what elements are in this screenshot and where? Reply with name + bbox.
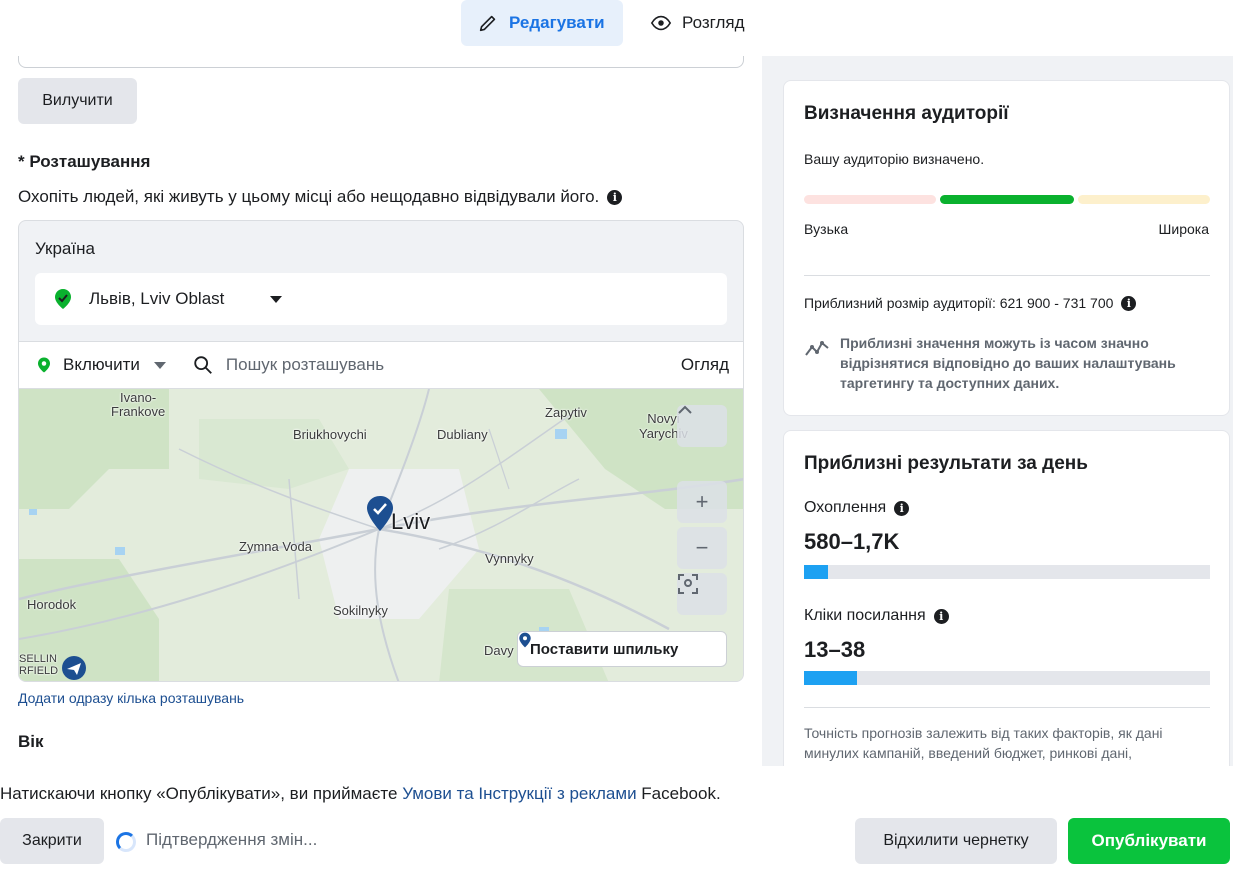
selected-location-name: Львів, Lviv Oblast (89, 289, 225, 308)
info-icon[interactable]: i (607, 189, 623, 205)
info-icon[interactable]: i (1121, 295, 1137, 311)
map-label-lviv: Lviv (391, 509, 431, 534)
audience-status: Вашу аудиторію визначено. (804, 151, 985, 167)
top-tab-bar: Редагувати Розгляд (0, 0, 1233, 56)
clicks-bar-fill (804, 671, 857, 685)
audience-definition-card: Визначення аудиторії Вашу аудиторію визн… (783, 80, 1230, 416)
search-icon (194, 356, 212, 374)
audience-meter-broad (1078, 195, 1210, 204)
tab-preview[interactable]: Розгляд (634, 0, 764, 46)
clicks-bar (804, 671, 1210, 685)
location-search-input[interactable]: Пошук розташувань (226, 355, 681, 375)
map-label-briukhovychi: Briukhovychi (293, 427, 367, 442)
map-label-davy: Davy (484, 643, 514, 658)
review-link[interactable]: Огляд (681, 355, 729, 375)
bottom-action-bar: Натискаючи кнопку «Опублікувати», ви при… (0, 766, 1233, 876)
info-icon[interactable]: i (933, 608, 949, 624)
age-section-title: Вік (18, 732, 44, 751)
forecast-footnote: Точність прогнозів залежить від таких фа… (804, 725, 1163, 761)
confirming-status: Підтвердження змін... (146, 830, 318, 849)
clicks-value: 13–38 (804, 637, 866, 662)
location-box: Україна Львів, Lviv Oblast Включити Пошу… (18, 220, 744, 682)
reach-bar (804, 565, 1210, 579)
close-button[interactable]: Закрити (0, 818, 104, 864)
eye-icon (650, 15, 672, 31)
location-section-title: * Розташування (18, 152, 151, 171)
clicks-label-row: Кліки посилання i (804, 607, 949, 625)
location-description-text: Охопіть людей, які живуть у цьому місці … (18, 187, 600, 206)
map-label-vynnyky: Vynnyky (485, 551, 534, 566)
terms-suffix: Facebook. (641, 784, 721, 803)
locate-me-button[interactable] (677, 573, 727, 615)
tab-preview-label: Розгляд (682, 13, 745, 32)
divider (804, 275, 1210, 276)
selected-location-row[interactable]: Львів, Lviv Oblast (35, 273, 727, 325)
info-icon[interactable]: i (894, 500, 910, 516)
location-search-row: Включити Пошук розташувань Огляд (19, 341, 743, 389)
exclude-button[interactable]: Вилучити (18, 78, 137, 124)
previous-input-field[interactable] (18, 56, 744, 68)
ad-terms-link[interactable]: Умови та Інструкції з реклами (402, 784, 636, 803)
audience-meter-narrow (804, 195, 936, 204)
audience-size-row: Приблизний розмір аудиторії: 621 900 - 7… (804, 295, 1137, 311)
divider (804, 707, 1210, 708)
country-label: Україна (35, 239, 95, 258)
terms-prefix: Натискаючи кнопку «Опублікувати», ви при… (0, 784, 398, 803)
map-label-sokilnyky: Sokilnyky (333, 603, 388, 618)
tab-edit[interactable]: Редагувати (461, 0, 623, 46)
location-map[interactable]: Ivano- Frankove Briukhovychi Dubliany Za… (19, 389, 743, 681)
zoom-in-button[interactable]: + (677, 481, 727, 523)
tab-edit-label: Редагувати (509, 13, 605, 32)
map-label-zapytiv: Zapytiv (545, 405, 587, 420)
daily-results-title: Приблизні результати за день (804, 453, 1088, 474)
collapse-map-button[interactable] (677, 405, 727, 447)
targeting-editor: Вилучити * Розташування Охопіть людей, я… (0, 56, 762, 766)
chevron-down-icon (153, 361, 166, 369)
include-dropdown[interactable]: Включити (35, 355, 166, 375)
terms-text: Натискаючи кнопку «Опублікувати», ви при… (0, 784, 721, 804)
reach-bar-fill (804, 565, 829, 579)
green-location-pin-icon (38, 357, 50, 373)
trend-chart-icon (805, 341, 829, 356)
audience-size-text: Приблизний розмір аудиторії: 621 900 - 7… (804, 295, 1114, 311)
add-bulk-locations-link[interactable]: Додати одразу кілька розташувань (18, 690, 244, 706)
audience-card-title: Визначення аудиторії (804, 103, 1009, 124)
include-label: Включити (63, 355, 140, 374)
map-label-ivano-frankove: Ivano- Frankove (111, 390, 166, 419)
audience-note: Приблизні значення можуть із часом значн… (840, 335, 1176, 391)
loading-spinner-icon (116, 832, 136, 852)
location-description: Охопіть людей, які живуть у цьому місці … (18, 187, 623, 207)
drop-pin-button[interactable]: Поставити шпильку (517, 631, 727, 667)
map-label-corner: SELLIN RFIELD (19, 653, 59, 677)
map-label-dubliany: Dubliany (437, 427, 488, 442)
audience-meter-defined (940, 195, 1074, 204)
chevron-down-icon[interactable] (270, 295, 283, 303)
map-label-horodok: Horodok (27, 597, 77, 612)
publish-button[interactable]: Опублікувати (1068, 818, 1230, 864)
summary-panel: Визначення аудиторії Вашу аудиторію визн… (762, 56, 1233, 766)
chevron-up-icon (678, 405, 692, 414)
airport-icon (62, 656, 86, 680)
map-label-zymna-voda: Zymna Voda (239, 539, 312, 554)
location-pin-icon (519, 632, 531, 648)
pencil-icon (479, 15, 496, 32)
audience-narrow-label: Вузька (804, 221, 849, 237)
reach-value: 580–1,7K (804, 529, 900, 554)
reach-label-row: Охоплення i (804, 499, 910, 517)
zoom-out-button[interactable]: − (677, 527, 727, 569)
reach-label: Охоплення (804, 499, 887, 516)
locate-icon (678, 574, 698, 594)
audience-broad-label: Широка (1158, 221, 1209, 237)
discard-draft-button[interactable]: Відхилити чернетку (855, 818, 1057, 864)
clicks-label: Кліки посилання (804, 607, 926, 624)
drop-pin-label: Поставити шпильку (530, 640, 679, 658)
green-location-pin-icon (55, 289, 71, 309)
daily-results-card: Приблизні результати за день Охоплення i… (783, 430, 1230, 766)
